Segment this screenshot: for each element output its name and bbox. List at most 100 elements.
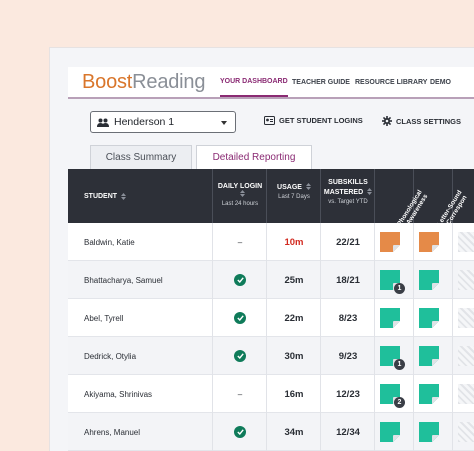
nav-demo[interactable]: DEMO: [430, 67, 451, 97]
usage-cell: 16m: [268, 375, 320, 413]
skill-tile-phonological-awareness[interactable]: [380, 422, 400, 442]
table-row[interactable]: Abel, Tyrell 22m 8/23: [68, 299, 474, 337]
subskills-cell: 12/34: [322, 413, 374, 451]
skill-tile-letter-sound[interactable]: [419, 384, 439, 404]
skill-tile-phonological-awareness[interactable]: [380, 232, 400, 252]
subskills-value: 22/21: [336, 236, 360, 248]
daily-login-cell: [214, 337, 266, 375]
usage-value: 16m: [284, 388, 304, 400]
daily-login-cell: [214, 413, 266, 451]
check-circle-icon: [234, 426, 246, 438]
skill-tile-locked: [458, 308, 474, 328]
usage-header-sub: Last 7 Days: [278, 194, 310, 200]
skill-tile-locked: [458, 232, 474, 252]
subskills-header-sub: vs. Target YTD: [328, 199, 368, 205]
student-name[interactable]: Abel, Tyrell: [84, 299, 123, 337]
daily-login-none: –: [237, 237, 243, 247]
nav-resource-library[interactable]: RESOURCE LIBRARY: [355, 67, 427, 97]
subskills-value: 18/21: [336, 274, 360, 286]
usage-value: 34m: [284, 426, 304, 438]
subskills-cell: 18/21: [322, 261, 374, 299]
usage-cell: 22m: [268, 299, 320, 337]
usage-value: 30m: [284, 350, 304, 362]
subskills-header-line2: MASTERED: [323, 189, 364, 196]
class-select[interactable]: Henderson 1: [90, 111, 236, 133]
usage-header-label: USAGE: [277, 184, 302, 191]
table-row[interactable]: Ahrens, Manuel 34m 12/34: [68, 413, 474, 451]
skill-tile-locked: [458, 422, 474, 442]
skill-tile-letter-sound[interactable]: [419, 346, 439, 366]
get-student-logins-button[interactable]: GET STUDENT LOGINS: [264, 116, 363, 125]
usage-value: 22m: [284, 312, 304, 324]
column-header-daily-login[interactable]: DAILY LOGIN Last 24 hours: [216, 169, 264, 223]
student-name[interactable]: Bhattacharya, Samuel: [84, 261, 163, 299]
usage-cell: 30m: [268, 337, 320, 375]
boost-reading-logo[interactable]: BoostReading: [82, 71, 205, 94]
skill-count-badge: 1: [394, 359, 405, 370]
subskills-cell: 12/23: [322, 375, 374, 413]
usage-cell: 10m: [268, 223, 320, 261]
chevron-down-icon: [221, 121, 227, 125]
top-nav-bar: BoostReading YOUR DASHBOARD TEACHER GUID…: [68, 67, 474, 99]
subskills-cell: 22/21: [322, 223, 374, 261]
skill-tile-letter-sound[interactable]: [419, 232, 439, 252]
student-name[interactable]: Baldwin, Katie: [84, 223, 135, 261]
column-header-subskills[interactable]: SUBSKILLS MASTERED vs. Target YTD: [322, 169, 374, 223]
daily-login-none: –: [237, 389, 243, 399]
subskills-value: 12/34: [336, 426, 360, 438]
daily-login-header-sub: Last 24 hours: [221, 201, 259, 207]
gear-icon: [382, 116, 392, 126]
people-icon: [97, 118, 109, 127]
id-card-icon: [264, 116, 275, 125]
class-settings-button[interactable]: CLASS SETTINGS: [382, 116, 461, 126]
student-name[interactable]: Akiyama, Shrinivas: [84, 375, 152, 413]
nav-teacher-guide[interactable]: TEACHER GUIDE: [292, 67, 350, 97]
subskills-value: 8/23: [338, 312, 358, 324]
subskills-value: 12/23: [336, 388, 360, 400]
subskills-value: 9/23: [338, 350, 358, 362]
nav-your-dashboard[interactable]: YOUR DASHBOARD: [220, 67, 288, 97]
table-row[interactable]: Dedrick, Otylia 30m 9/23 1: [68, 337, 474, 375]
sort-icon: [121, 192, 127, 200]
subskills-cell: 9/23: [322, 337, 374, 375]
usage-value: 25m: [284, 274, 304, 286]
table-row[interactable]: Baldwin, Katie – 10m 22/21: [68, 223, 474, 261]
usage-cell: 34m: [268, 413, 320, 451]
column-header-usage[interactable]: USAGE Last 7 Days: [270, 169, 318, 223]
app-window: BoostReading YOUR DASHBOARD TEACHER GUID…: [50, 48, 474, 451]
class-select-value: Henderson 1: [114, 116, 175, 128]
table-row[interactable]: Akiyama, Shrinivas – 16m 12/23 2: [68, 375, 474, 413]
skill-tile-locked: [458, 384, 474, 404]
logo-boost-text: Boost: [82, 71, 133, 93]
check-circle-icon: [234, 312, 246, 324]
subskills-cell: 8/23: [322, 299, 374, 337]
check-circle-icon: [234, 350, 246, 362]
skill-tile-phonological-awareness[interactable]: [380, 308, 400, 328]
get-student-logins-label: GET STUDENT LOGINS: [279, 116, 363, 125]
daily-login-cell: [214, 299, 266, 337]
skill-count-badge: 1: [394, 283, 405, 294]
column-header-student[interactable]: STUDENT: [84, 169, 127, 223]
subskills-header-line1: SUBSKILLS: [328, 179, 368, 186]
table-header: STUDENT DAILY LOGIN Last 24 hours USAGE …: [68, 169, 474, 227]
skill-tile-locked: [458, 346, 474, 366]
sort-icon: [239, 190, 245, 197]
skill-tile-locked: [458, 270, 474, 290]
skill-count-badge: 2: [394, 397, 405, 408]
tab-detailed-reporting[interactable]: Detailed Reporting: [196, 145, 312, 169]
sort-icon: [305, 183, 311, 190]
skill-tile-letter-sound[interactable]: [419, 422, 439, 442]
skill-tile-letter-sound[interactable]: [419, 308, 439, 328]
usage-value: 10m: [284, 236, 304, 248]
skill-tile-letter-sound[interactable]: [419, 270, 439, 290]
logo-reading-text: Reading: [132, 71, 206, 93]
tab-class-summary[interactable]: Class Summary: [90, 145, 192, 169]
daily-login-cell: [214, 261, 266, 299]
sort-icon: [367, 188, 373, 195]
student-name[interactable]: Ahrens, Manuel: [84, 413, 140, 451]
class-settings-label: CLASS SETTINGS: [396, 116, 462, 126]
student-name[interactable]: Dedrick, Otylia: [84, 337, 136, 375]
usage-cell: 25m: [268, 261, 320, 299]
student-header-label: STUDENT: [84, 192, 118, 200]
table-row[interactable]: Bhattacharya, Samuel 25m 18/21 1: [68, 261, 474, 299]
